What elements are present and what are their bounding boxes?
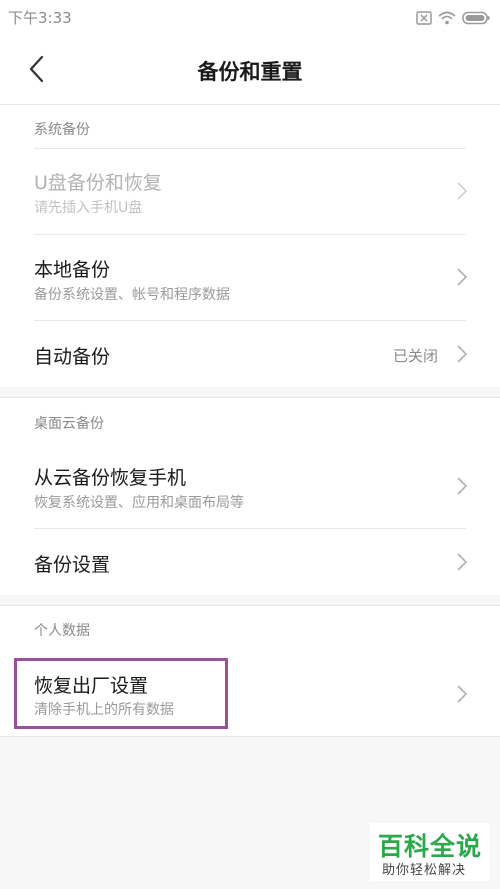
watermark-main: 百科全说: [378, 832, 483, 861]
section-header-label: 系统备份: [34, 122, 90, 138]
section-header-label: 个人数据: [34, 623, 90, 639]
section-gap: [0, 387, 500, 397]
chevron-right-icon: [457, 477, 468, 495]
chevron-right-icon: [457, 345, 468, 363]
chevron-right-icon: [457, 685, 468, 703]
page-title: 备份和重置: [197, 60, 303, 84]
divider: [34, 234, 466, 235]
list-item-restore-from-cloud[interactable]: 从云备份恢复手机 恢复系统设置、应用和桌面布局等: [0, 443, 500, 528]
wifi-icon: [438, 11, 456, 25]
status-bar: 下午3:33: [0, 0, 500, 36]
item-title: 本地备份: [34, 259, 111, 281]
item-subtitle: 恢复系统设置、应用和桌面布局等: [34, 495, 244, 511]
list-item-factory-reset[interactable]: 恢复出厂设置 清除手机上的所有数据: [0, 651, 500, 737]
chevron-right-icon: [457, 182, 468, 200]
list-item-auto-backup[interactable]: 自动备份 已关闭: [0, 320, 500, 387]
watermark-sub: 助你轻松解决: [382, 863, 467, 878]
item-subtitle: 清除手机上的所有数据: [34, 702, 174, 718]
status-icons: [416, 9, 490, 27]
status-time: 下午3:33: [8, 9, 72, 27]
divider: [34, 528, 466, 529]
chevron-right-icon: [457, 268, 468, 286]
section-header-personal-data: 个人数据: [0, 605, 500, 652]
item-title: U盘备份和恢复: [34, 172, 162, 194]
section-header-label: 桌面云备份: [34, 416, 104, 432]
watermark-logo: 百科全说 助你轻松解决: [370, 823, 490, 881]
item-subtitle: 备份系统设置、帐号和程序数据: [34, 287, 230, 303]
item-subtitle: 请先插入手机U盘: [34, 200, 143, 216]
sim-off-icon: [416, 11, 432, 25]
chevron-right-icon: [457, 553, 468, 571]
divider: [34, 320, 466, 321]
item-title: 从云备份恢复手机: [34, 467, 187, 489]
item-title: 备份设置: [34, 554, 111, 576]
list-item-backup-settings[interactable]: 备份设置: [0, 528, 500, 595]
item-title: 自动备份: [34, 346, 111, 368]
section-header-desktop-cloud-backup: 桌面云备份: [0, 397, 500, 444]
list-item-usb-backup[interactable]: U盘备份和恢复 请先插入手机U盘: [0, 148, 500, 234]
auto-backup-status: 已关闭: [392, 347, 438, 365]
item-title: 恢复出厂设置: [34, 675, 149, 697]
divider: [34, 148, 466, 149]
section-gap: [0, 595, 500, 605]
title-bar: 备份和重置: [0, 36, 500, 104]
section-header-system-backup: 系统备份: [0, 104, 500, 149]
list-item-local-backup[interactable]: 本地备份 备份系统设置、帐号和程序数据: [0, 234, 500, 320]
battery-icon: [462, 11, 490, 25]
